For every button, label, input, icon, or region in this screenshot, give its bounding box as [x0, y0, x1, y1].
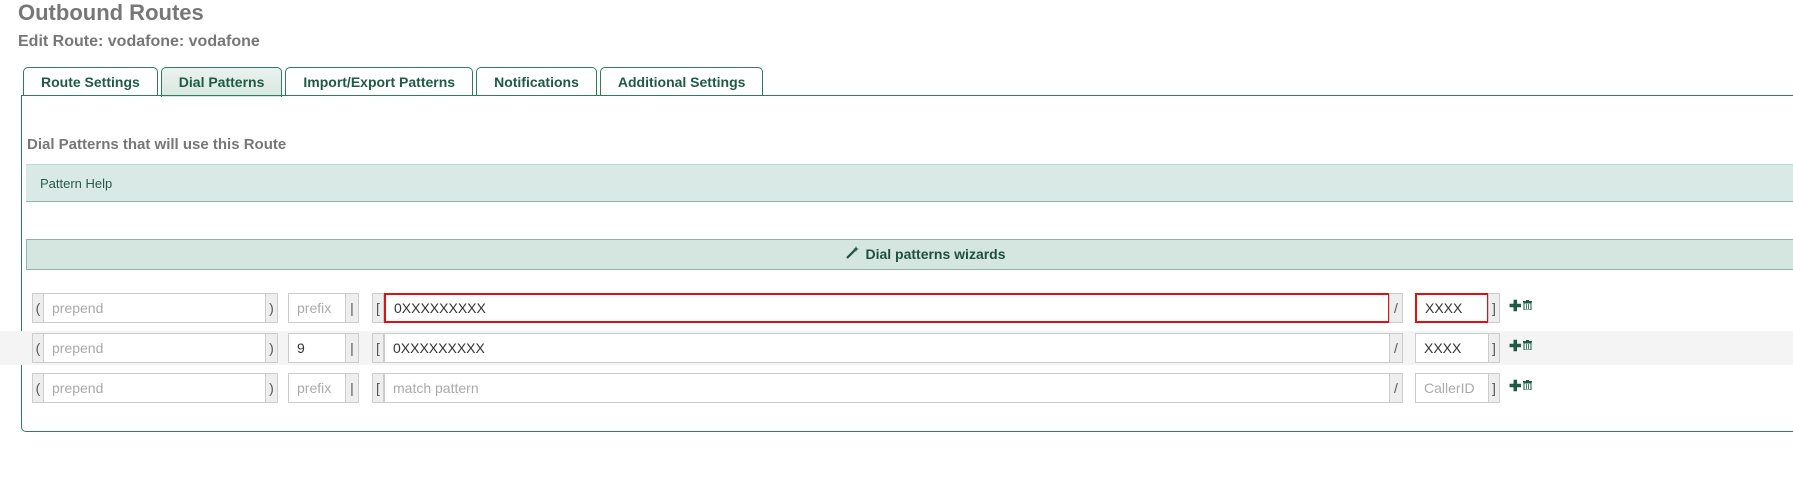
tab-import-export-patterns[interactable]: Import/Export Patterns — [285, 67, 474, 96]
wizard-label: Dial patterns wizards — [865, 246, 1006, 262]
trash-icon[interactable] — [1523, 300, 1532, 310]
dial-pattern-row: ( ) | [ / ] ✚ — [0, 371, 1793, 405]
callerid-input[interactable] — [1415, 333, 1489, 363]
callerid-input[interactable] — [1415, 293, 1489, 323]
prefix-input[interactable] — [288, 293, 346, 323]
match-pattern-input[interactable] — [384, 293, 1390, 323]
prefix-input[interactable] — [288, 333, 346, 363]
close-bracket: ] — [1488, 373, 1500, 403]
pattern-help-toggle[interactable]: Pattern Help — [26, 164, 1793, 202]
tab-dial-patterns[interactable]: Dial Patterns — [160, 67, 283, 97]
dial-pattern-row: ( ) | [ / ] ✚ — [0, 291, 1793, 325]
tab-route-settings[interactable]: Route Settings — [23, 67, 158, 96]
prepend-input[interactable] — [43, 293, 266, 323]
pipe-separator: | — [345, 373, 359, 403]
dial-pattern-row: ( ) | [ / ] ✚ — [0, 331, 1793, 365]
close-paren: ) — [265, 293, 278, 323]
slash-separator: / — [1389, 373, 1403, 403]
plus-icon[interactable]: ✚ — [1509, 339, 1522, 355]
prepend-input[interactable] — [43, 373, 266, 403]
pipe-separator: | — [345, 293, 359, 323]
plus-icon[interactable]: ✚ — [1509, 379, 1522, 395]
close-paren: ) — [265, 373, 278, 403]
trash-icon[interactable] — [1523, 380, 1532, 390]
section-title: Dial Patterns that will use this Route — [27, 136, 287, 153]
pipe-separator: | — [345, 333, 359, 363]
callerid-input[interactable] — [1415, 373, 1489, 403]
open-bracket: [ — [372, 333, 384, 363]
prepend-input[interactable] — [43, 333, 266, 363]
close-bracket: ] — [1488, 333, 1500, 363]
dial-patterns-wizard-button[interactable]: Dial patterns wizards — [26, 239, 1793, 270]
tab-notifications[interactable]: Notifications — [476, 67, 597, 96]
page-subtitle: Edit Route: vodafone: vodafone — [18, 33, 260, 50]
close-bracket: ] — [1488, 293, 1500, 323]
tab-additional-settings[interactable]: Additional Settings — [599, 67, 764, 96]
open-bracket: [ — [372, 373, 384, 403]
plus-icon[interactable]: ✚ — [1509, 299, 1522, 315]
close-paren: ) — [265, 333, 278, 363]
trash-icon[interactable] — [1523, 340, 1532, 350]
page-title: Outbound Routes — [18, 0, 204, 25]
open-bracket: [ — [372, 293, 384, 323]
match-pattern-input[interactable] — [384, 373, 1390, 403]
magic-wand-icon — [846, 240, 860, 269]
match-pattern-input[interactable] — [384, 333, 1390, 363]
prefix-input[interactable] — [288, 373, 346, 403]
slash-separator: / — [1389, 293, 1403, 323]
tab-bar: Route Settings Dial Patterns Import/Expo… — [23, 67, 764, 97]
slash-separator: / — [1389, 333, 1403, 363]
